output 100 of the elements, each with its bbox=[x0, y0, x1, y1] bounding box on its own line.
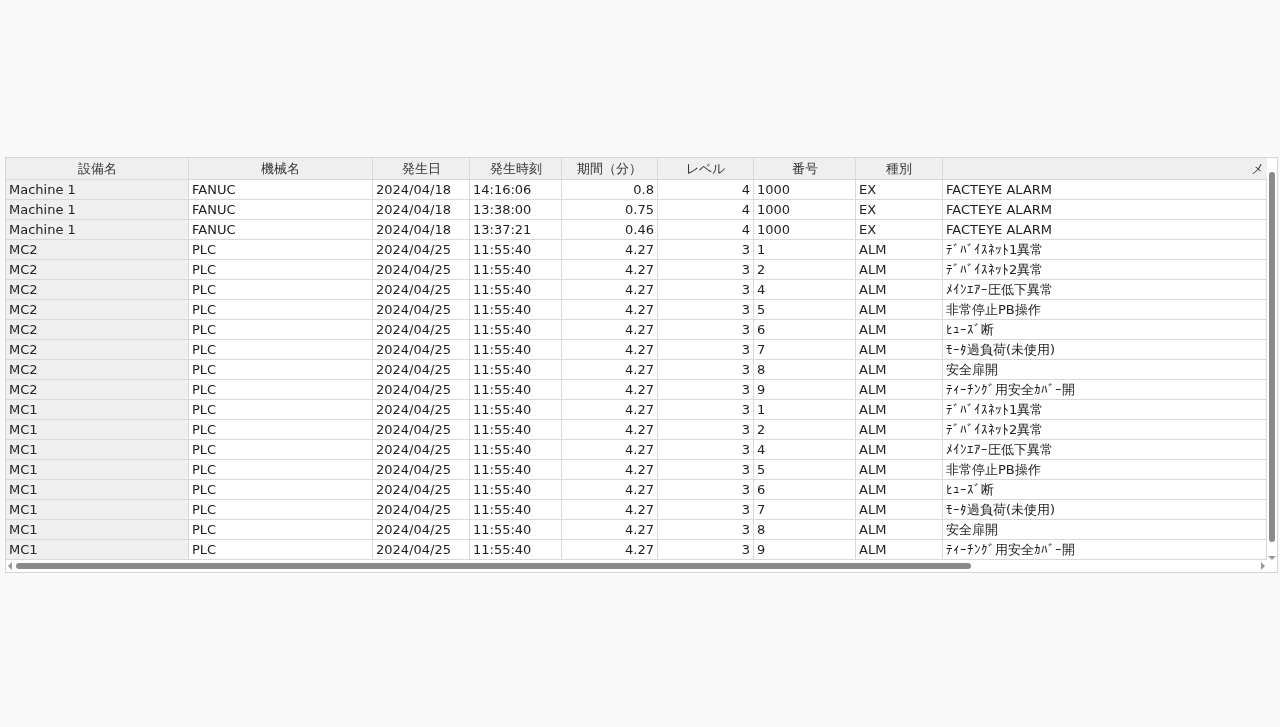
table-cell: 4.27 bbox=[562, 380, 658, 400]
table-cell: 4.27 bbox=[562, 320, 658, 340]
table-cell: 2024/04/18 bbox=[373, 220, 470, 240]
table-cell: 11:55:40 bbox=[470, 500, 562, 520]
table-cell: PLC bbox=[189, 500, 373, 520]
table-cell: 11:55:40 bbox=[470, 460, 562, 480]
table-cell: 2 bbox=[754, 420, 856, 440]
column-header[interactable]: レベル bbox=[658, 158, 754, 180]
table-cell: MC2 bbox=[6, 260, 189, 280]
table-cell: ALM bbox=[856, 500, 943, 520]
table-cell: 0.46 bbox=[562, 220, 658, 240]
table-cell: 3 bbox=[658, 380, 754, 400]
table-cell: PLC bbox=[189, 400, 373, 420]
table-cell: ALM bbox=[856, 300, 943, 320]
table-cell: PLC bbox=[189, 280, 373, 300]
table-cell: 5 bbox=[754, 300, 856, 320]
table-cell: MC2 bbox=[6, 340, 189, 360]
column-header[interactable]: 期間（分） bbox=[562, 158, 658, 180]
table-cell: 2024/04/25 bbox=[373, 400, 470, 420]
table-cell: ﾋｭｰｽﾞ断 bbox=[943, 320, 1267, 340]
table-cell: 9 bbox=[754, 380, 856, 400]
scroll-left-icon[interactable] bbox=[8, 562, 12, 570]
table-cell: 4.27 bbox=[562, 280, 658, 300]
table-cell: ﾃｨｰﾁﾝｸﾞ用安全ｶﾊﾞｰ開 bbox=[943, 380, 1267, 400]
table-cell: MC1 bbox=[6, 520, 189, 540]
table-cell: ALM bbox=[856, 400, 943, 420]
table-cell: ALM bbox=[856, 260, 943, 280]
table-cell: PLC bbox=[189, 460, 373, 480]
table-cell: 2024/04/25 bbox=[373, 260, 470, 280]
table-cell: 4.27 bbox=[562, 440, 658, 460]
table-cell: 2024/04/25 bbox=[373, 240, 470, 260]
table-cell: 2 bbox=[754, 260, 856, 280]
table-cell: 11:55:40 bbox=[470, 280, 562, 300]
table-cell: EX bbox=[856, 180, 943, 200]
table-cell: ALM bbox=[856, 360, 943, 380]
column-header[interactable]: 種別 bbox=[856, 158, 943, 180]
column-header[interactable]: 番号 bbox=[754, 158, 856, 180]
table-cell: 6 bbox=[754, 320, 856, 340]
table-cell: 8 bbox=[754, 360, 856, 380]
table-cell: MC2 bbox=[6, 380, 189, 400]
table-cell: 2024/04/18 bbox=[373, 200, 470, 220]
table-cell: Machine 1 bbox=[6, 220, 189, 240]
table-cell: 1 bbox=[754, 240, 856, 260]
table-cell: PLC bbox=[189, 260, 373, 280]
table-cell: MC1 bbox=[6, 540, 189, 560]
vertical-scrollbar-thumb[interactable] bbox=[1269, 172, 1275, 542]
table-cell: 4.27 bbox=[562, 400, 658, 420]
table-cell: 4.27 bbox=[562, 300, 658, 320]
table-cell: 4 bbox=[658, 220, 754, 240]
table-cell: ALM bbox=[856, 340, 943, 360]
table-cell: 11:55:40 bbox=[470, 240, 562, 260]
table-cell: PLC bbox=[189, 440, 373, 460]
table-cell: FANUC bbox=[189, 200, 373, 220]
table-cell: 3 bbox=[658, 320, 754, 340]
table-cell: 1000 bbox=[754, 180, 856, 200]
table-cell: 3 bbox=[658, 360, 754, 380]
table-cell: ALM bbox=[856, 460, 943, 480]
table-cell: MC1 bbox=[6, 500, 189, 520]
table-cell: 1 bbox=[754, 400, 856, 420]
column-header[interactable]: 設備名 bbox=[6, 158, 189, 180]
table-cell: ﾒｲﾝｴｱｰ圧低下異常 bbox=[943, 440, 1267, 460]
table-cell: ALM bbox=[856, 280, 943, 300]
table-cell: 13:37:21 bbox=[470, 220, 562, 240]
table-cell: 4 bbox=[754, 280, 856, 300]
table-cell: MC2 bbox=[6, 360, 189, 380]
table-cell: PLC bbox=[189, 380, 373, 400]
table-cell: 非常停止PB操作 bbox=[943, 460, 1267, 480]
table-cell: 8 bbox=[754, 520, 856, 540]
column-header[interactable]: 発生時刻 bbox=[470, 158, 562, 180]
table-cell: ﾓｰﾀ過負荷(未使用) bbox=[943, 340, 1267, 360]
horizontal-scrollbar-thumb[interactable] bbox=[16, 563, 971, 569]
table-cell: 3 bbox=[658, 500, 754, 520]
table-cell: 安全扉開 bbox=[943, 360, 1267, 380]
table-cell: 11:55:40 bbox=[470, 300, 562, 320]
table-cell: 4.27 bbox=[562, 500, 658, 520]
table-cell: 11:55:40 bbox=[470, 380, 562, 400]
table-cell: 3 bbox=[658, 340, 754, 360]
table-cell: Machine 1 bbox=[6, 200, 189, 220]
table-cell: 11:55:40 bbox=[470, 360, 562, 380]
table-cell: 3 bbox=[658, 280, 754, 300]
table-cell: 3 bbox=[658, 480, 754, 500]
table-cell: PLC bbox=[189, 520, 373, 540]
table-cell: 11:55:40 bbox=[470, 320, 562, 340]
column-header[interactable]: 機械名 bbox=[189, 158, 373, 180]
table-cell: 3 bbox=[658, 400, 754, 420]
table-cell: 3 bbox=[658, 460, 754, 480]
table-cell: FACTEYE ALARM bbox=[943, 180, 1267, 200]
table-cell: PLC bbox=[189, 240, 373, 260]
column-header[interactable]: 発生日 bbox=[373, 158, 470, 180]
scroll-right-icon[interactable] bbox=[1261, 562, 1265, 570]
table-cell: MC1 bbox=[6, 400, 189, 420]
table-cell: ﾃﾞﾊﾞｲｽﾈｯﾄ1異常 bbox=[943, 400, 1267, 420]
table-cell: 11:55:40 bbox=[470, 520, 562, 540]
table-cell: 4.27 bbox=[562, 520, 658, 540]
table-cell: 11:55:40 bbox=[470, 480, 562, 500]
table-cell: 5 bbox=[754, 460, 856, 480]
table-cell: Machine 1 bbox=[6, 180, 189, 200]
table-cell: 7 bbox=[754, 340, 856, 360]
table-cell: 安全扉開 bbox=[943, 520, 1267, 540]
table-cell: 11:55:40 bbox=[470, 340, 562, 360]
